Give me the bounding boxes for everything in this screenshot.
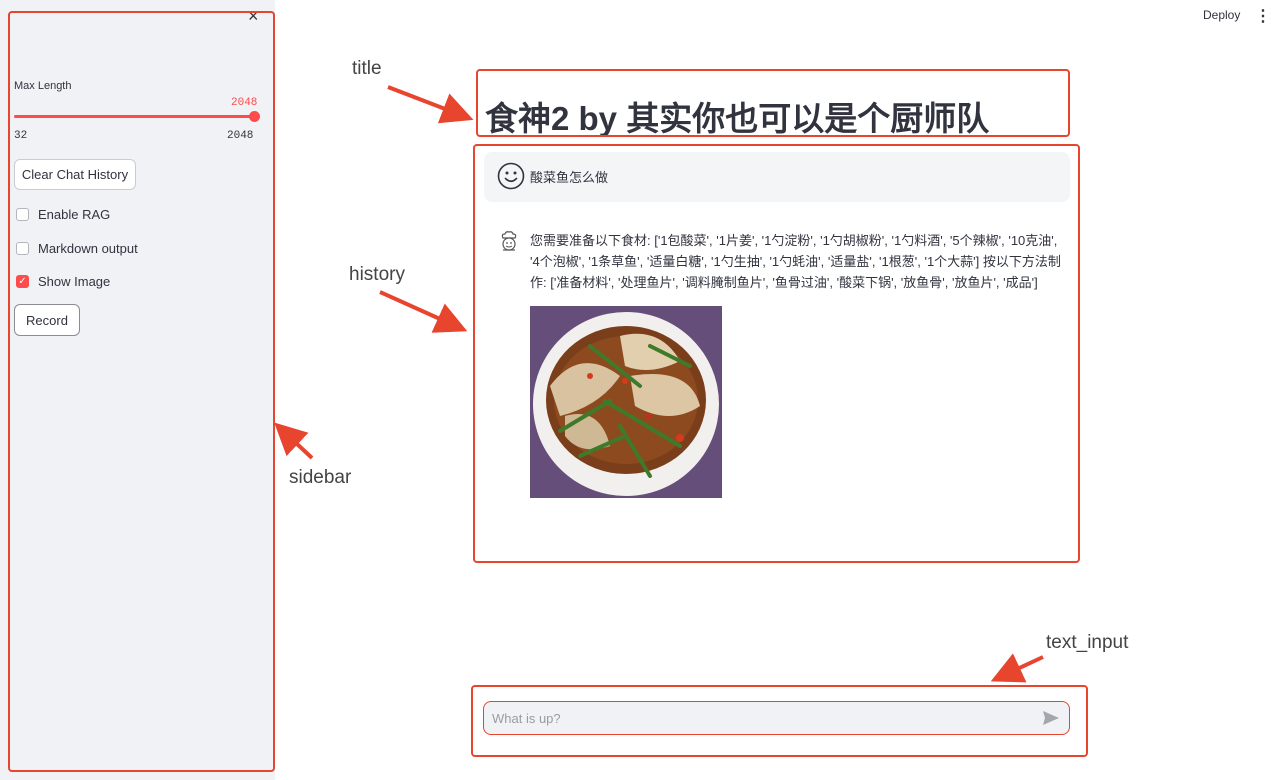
history-arrow [379, 290, 468, 333]
title-arrow [387, 85, 474, 124]
text-input-arrow [990, 653, 1044, 683]
annotation-arrows [274, 85, 1044, 683]
sidebar-arrow [274, 422, 314, 460]
